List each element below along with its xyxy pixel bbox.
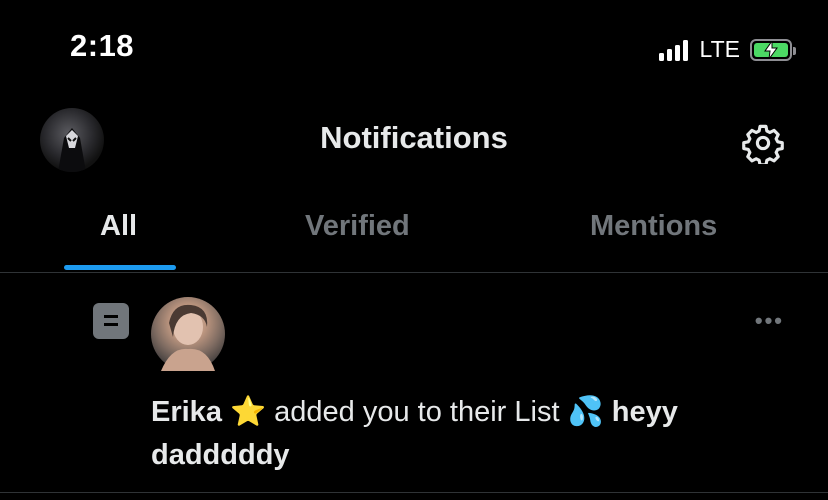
active-tab-indicator (64, 265, 176, 270)
user-avatar[interactable] (151, 297, 225, 371)
user-name[interactable]: Erika ⭐ (151, 396, 266, 428)
tab-mentions[interactable]: Mentions (590, 210, 717, 243)
tab-verified[interactable]: Verified (305, 210, 410, 243)
page-title: Notifications (320, 120, 508, 155)
settings-button[interactable] (742, 122, 784, 167)
notification-item[interactable]: ••• Erika ⭐ added you to their List 💦 he… (0, 273, 828, 493)
battery-icon (750, 38, 796, 61)
notification-text: Erika ⭐ added you to their List 💦 heyy d… (151, 391, 771, 477)
charging-bolt-icon (764, 40, 778, 59)
signal-icon (658, 39, 688, 61)
gear-icon (742, 124, 784, 167)
divider (0, 492, 828, 493)
network-label: LTE (699, 36, 740, 62)
more-options-button[interactable]: ••• (755, 308, 784, 334)
list-icon (93, 303, 129, 339)
tab-bar: All Verified Mentions (0, 190, 828, 272)
status-time: 2:18 (70, 28, 135, 63)
tab-all[interactable]: All (100, 210, 137, 243)
notification-action: added you to their List (274, 396, 560, 428)
status-indicators: LTE (658, 36, 796, 63)
